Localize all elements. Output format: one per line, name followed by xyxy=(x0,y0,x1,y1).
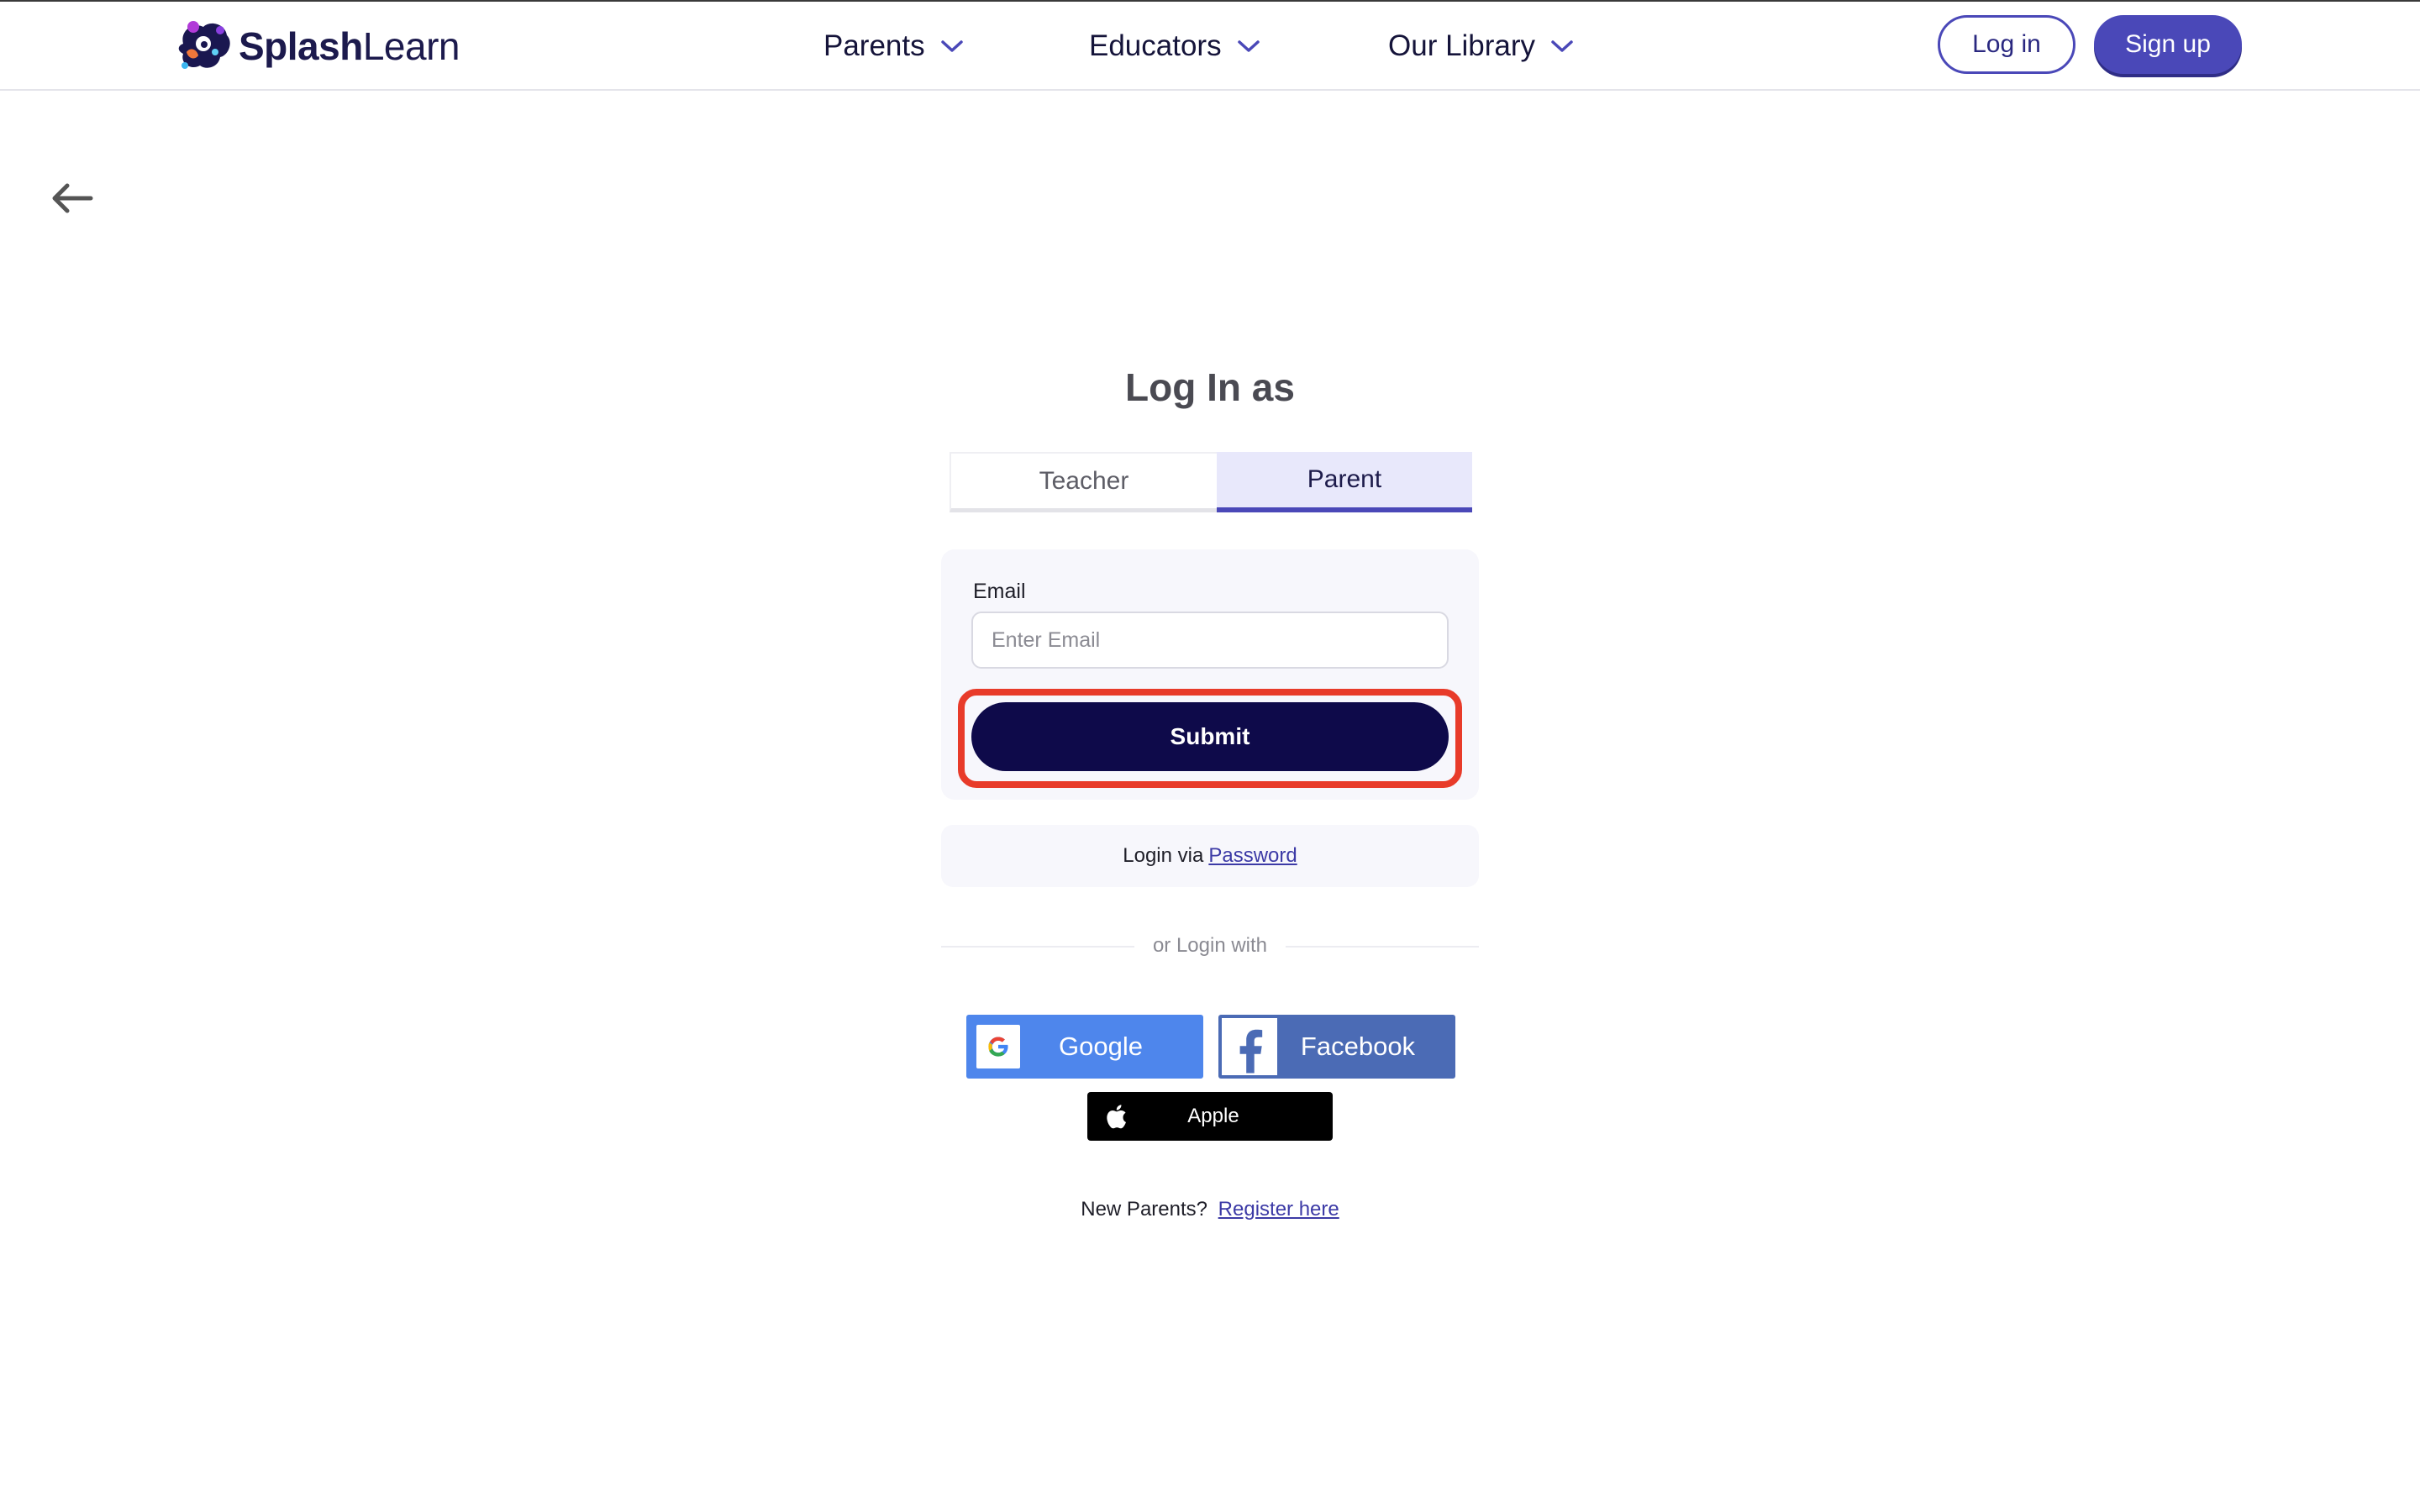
facebook-login-button[interactable]: Facebook xyxy=(1218,1015,1455,1079)
register-prefix: New Parents? xyxy=(1081,1198,1207,1221)
google-icon xyxy=(976,1025,1020,1068)
nav-educators[interactable]: Educators xyxy=(1089,2,1260,91)
facebook-label: Facebook xyxy=(1300,1032,1416,1061)
password-link[interactable]: Password xyxy=(1208,844,1297,868)
apple-icon xyxy=(1107,1105,1126,1129)
nav-our-library-label: Our Library xyxy=(1388,29,1536,62)
email-label: Email xyxy=(973,580,1026,603)
role-tabs: Teacher Parent xyxy=(950,452,1472,512)
chevron-down-icon xyxy=(1237,40,1260,52)
password-login-box: Login via Password xyxy=(941,825,1479,887)
apple-login-button[interactable]: Apple xyxy=(1087,1092,1333,1141)
submit-button[interactable]: Submit xyxy=(971,702,1449,771)
tab-teacher[interactable]: Teacher xyxy=(950,452,1217,512)
splashlearn-logo[interactable]: SplashLearn xyxy=(175,18,460,74)
nav-our-library[interactable]: Our Library xyxy=(1388,2,1574,91)
divider-line-right xyxy=(1286,946,1479,948)
facebook-icon xyxy=(1222,1018,1277,1075)
tab-parent[interactable]: Parent xyxy=(1217,452,1472,512)
page-title: Log In as xyxy=(1125,365,1295,409)
site-header: SplashLearn Parents Educators Our Librar… xyxy=(0,2,2420,91)
nav-educators-label: Educators xyxy=(1089,29,1222,62)
or-divider: or Login with xyxy=(941,932,1479,961)
login-button[interactable]: Log in xyxy=(1938,15,2075,74)
register-link[interactable]: Register here xyxy=(1218,1198,1339,1221)
splashlearn-logo-icon xyxy=(178,21,230,69)
arrow-left-icon[interactable] xyxy=(50,181,94,215)
nav-parents[interactable]: Parents xyxy=(823,2,964,91)
nav-parents-label: Parents xyxy=(823,29,925,62)
signup-button[interactable]: Sign up xyxy=(2094,15,2242,74)
chevron-down-icon xyxy=(940,40,963,52)
logo-text: SplashLearn xyxy=(239,24,460,68)
register-prompt: New Parents? Register here xyxy=(958,1198,1462,1221)
password-login-prefix: Login via xyxy=(1123,844,1204,867)
email-login-form: Email Submit xyxy=(941,549,1479,800)
chevron-down-icon xyxy=(1551,40,1573,52)
apple-label: Apple xyxy=(1187,1105,1239,1127)
google-login-button[interactable]: Google xyxy=(966,1015,1203,1079)
google-label: Google xyxy=(1059,1032,1143,1061)
email-input[interactable] xyxy=(971,612,1449,669)
